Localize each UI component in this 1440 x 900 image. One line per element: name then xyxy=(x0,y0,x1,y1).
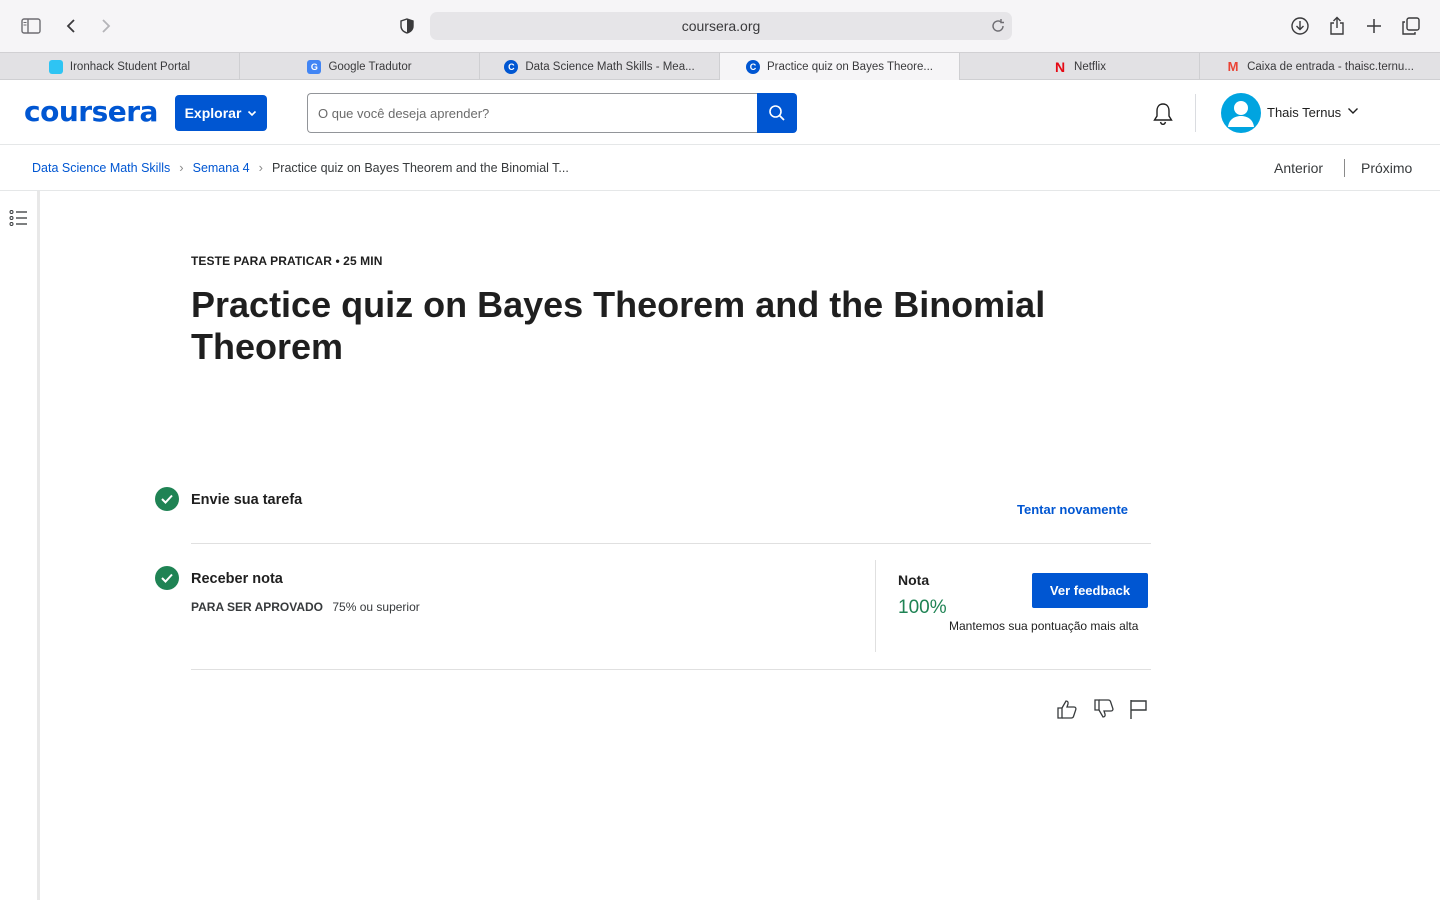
share-icon[interactable] xyxy=(1323,12,1351,40)
back-icon[interactable] xyxy=(57,12,85,40)
gmail-favicon-icon: M xyxy=(1227,59,1239,74)
next-link[interactable]: Próximo xyxy=(1361,160,1412,176)
reload-icon[interactable] xyxy=(990,18,1006,34)
tab-ironhack[interactable]: Ironhack Student Portal xyxy=(0,53,240,80)
list-menu-icon[interactable] xyxy=(9,209,29,227)
pass-value: 75% ou superior xyxy=(332,600,420,614)
avatar[interactable] xyxy=(1221,93,1261,133)
thumbs-down-icon[interactable] xyxy=(1092,697,1116,721)
user-name[interactable]: Thais Ternus xyxy=(1267,105,1341,120)
url-text: coursera.org xyxy=(681,18,761,34)
breadcrumb: Data Science Math Skills › Semana 4 › Pr… xyxy=(0,145,1440,191)
tab-label: Netflix xyxy=(1074,60,1106,73)
chevron-down-icon[interactable] xyxy=(1347,107,1359,115)
tab-label: Practice quiz on Bayes Theore... xyxy=(767,60,933,73)
tab-netflix[interactable]: N Netflix xyxy=(960,53,1200,80)
chevron-right-icon: › xyxy=(179,160,184,175)
chevron-down-icon xyxy=(248,110,257,116)
breadcrumb-course-link[interactable]: Data Science Math Skills xyxy=(32,161,170,175)
previous-link[interactable]: Anterior xyxy=(1274,160,1323,176)
view-feedback-button[interactable]: Ver feedback xyxy=(1032,573,1148,608)
search-button[interactable] xyxy=(757,93,797,133)
sidebar-toggle-icon[interactable] xyxy=(17,12,45,40)
tab-label: Caixa de entrada - thaisc.ternu... xyxy=(1247,60,1414,73)
browser-toolbar: coursera.org xyxy=(0,0,1440,52)
coursera-logo[interactable]: coursera xyxy=(24,95,158,128)
grade-step-title: Receber nota xyxy=(191,571,283,587)
search-input[interactable]: O que você deseja aprender? xyxy=(307,93,757,133)
quiz-meta: TESTE PARA PRATICAR • 25 MIN xyxy=(191,254,383,268)
submit-step-title: Envie sua tarefa xyxy=(191,492,303,508)
explore-label: Explorar xyxy=(184,105,242,121)
check-circle-icon xyxy=(155,487,179,511)
breadcrumb-week-link[interactable]: Semana 4 xyxy=(193,161,250,175)
check-circle-icon xyxy=(155,566,179,590)
site-header: coursera Explorar O que você deseja apre… xyxy=(0,81,1440,145)
tab-label: Google Tradutor xyxy=(328,60,412,73)
bell-icon[interactable] xyxy=(1150,101,1176,127)
passing-requirement: PARA SER APROVADO 75% ou superior xyxy=(191,600,420,614)
address-bar[interactable]: coursera.org xyxy=(430,12,1012,40)
grade-value: 100% xyxy=(898,597,947,618)
chevron-right-icon: › xyxy=(258,160,263,175)
explore-button[interactable]: Explorar xyxy=(175,95,267,131)
tab-label: Ironhack Student Portal xyxy=(69,60,191,73)
thumbs-up-icon[interactable] xyxy=(1055,697,1079,721)
tab-practice-quiz[interactable]: C Practice quiz on Bayes Theore... xyxy=(720,53,960,80)
downloads-icon[interactable] xyxy=(1286,12,1314,40)
privacy-shield-icon[interactable] xyxy=(393,12,421,40)
netflix-favicon-icon: N xyxy=(1054,58,1066,75)
flag-icon[interactable] xyxy=(1127,697,1151,721)
coursera-favicon-icon: C xyxy=(504,59,519,74)
grade-label: Nota xyxy=(898,572,930,588)
tab-data-science[interactable]: C Data Science Math Skills - Mea... xyxy=(480,53,720,80)
search-placeholder: O que você deseja aprender? xyxy=(318,105,490,121)
coursera-favicon-icon: C xyxy=(746,59,760,74)
highest-score-note: Mantemos sua pontuação mais alta xyxy=(949,619,1139,633)
divider xyxy=(191,669,1151,670)
page-title: Practice quiz on Bayes Theorem and the B… xyxy=(191,284,1046,367)
tab-overview-icon[interactable] xyxy=(1397,12,1425,40)
breadcrumb-current: Practice quiz on Bayes Theorem and the B… xyxy=(271,160,569,175)
tab-google-tradutor[interactable]: G Google Tradutor xyxy=(240,53,480,80)
user-icon xyxy=(1228,101,1254,127)
ironhack-favicon-icon xyxy=(48,59,63,74)
grade-divider xyxy=(875,560,876,652)
forward-icon[interactable] xyxy=(92,12,120,40)
new-tab-icon[interactable] xyxy=(1360,12,1388,40)
google-translate-favicon-icon: G xyxy=(307,59,322,74)
tab-gmail[interactable]: M Caixa de entrada - thaisc.ternu... xyxy=(1200,53,1440,80)
tab-label: Data Science Math Skills - Mea... xyxy=(525,60,695,73)
divider xyxy=(191,543,1151,544)
tab-strip: Ironhack Student Portal G Google Traduto… xyxy=(0,52,1440,80)
retry-button[interactable]: Tentar novamente xyxy=(1017,502,1128,517)
course-outline-rail xyxy=(0,191,40,900)
pass-label: PARA SER APROVADO xyxy=(191,600,324,614)
search-icon xyxy=(769,105,785,121)
header-divider xyxy=(1195,94,1196,132)
nav-divider xyxy=(1344,159,1345,177)
